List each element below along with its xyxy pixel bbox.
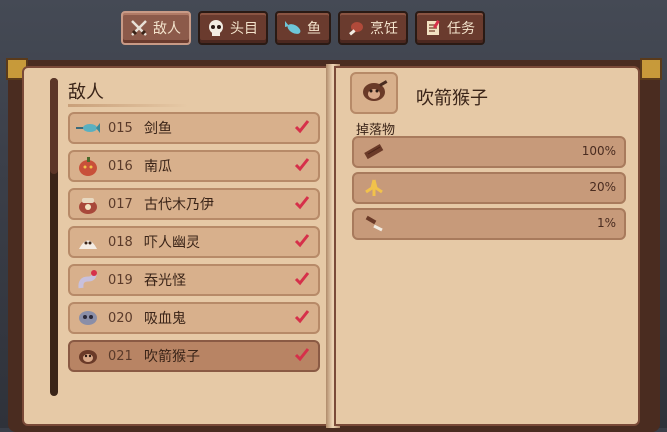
tab-enemies[interactable]: 敌人: [121, 11, 191, 45]
enemy-list: 015 剑鱼 016 南瓜 017 古代木乃伊 018 吓人幽灵 019 吞光怪…: [68, 112, 320, 378]
quest-scroll-icon: [423, 18, 443, 38]
enemy-entry[interactable]: 016 南瓜: [68, 150, 320, 182]
drop-item[interactable]: 100%: [352, 136, 626, 168]
tab-bar: 敌人 头目 鱼 烹饪 任务: [121, 11, 485, 47]
tab-label: 任务: [447, 21, 475, 37]
pumpkin-icon: [74, 153, 102, 179]
enemy-entry[interactable]: 015 剑鱼: [68, 112, 320, 144]
crossed-swords-icon: [129, 18, 149, 38]
fish-icon: [283, 18, 303, 38]
tab-label: 鱼: [307, 21, 321, 37]
page-heading: 敌人: [68, 82, 104, 103]
check-icon: [294, 271, 310, 287]
check-icon: [294, 309, 310, 325]
heading-underline: [68, 104, 188, 107]
drop-chance: 20%: [589, 180, 616, 194]
enemy-entry[interactable]: 018 吓人幽灵: [68, 226, 320, 258]
tab-bosses[interactable]: 头目: [198, 11, 268, 45]
mummy-pot-icon: [74, 191, 102, 217]
blowgun-icon: [360, 212, 388, 236]
tab-label: 敌人: [153, 21, 181, 37]
monkey-icon: [359, 78, 389, 108]
enemy-entry[interactable]: 017 古代木乃伊: [68, 188, 320, 220]
drops-list: 100% 20% 1%: [352, 136, 626, 244]
wood-plank-icon: [360, 140, 388, 164]
entry-number: 017: [108, 196, 133, 212]
ghost-icon: [74, 229, 102, 255]
enemy-portrait: [350, 72, 398, 114]
entry-number: 015: [108, 120, 133, 136]
check-icon: [294, 233, 310, 249]
entry-name: 吸血鬼: [144, 311, 186, 327]
swordfish-icon: [74, 115, 102, 141]
enemy-entry[interactable]: 019 吞光怪: [68, 264, 320, 296]
entry-name: 古代木乃伊: [144, 197, 214, 213]
entry-number: 021: [108, 348, 133, 364]
meat-icon: [346, 18, 366, 38]
vampire-icon: [74, 305, 102, 331]
skull-icon: [206, 18, 226, 38]
enemy-entry[interactable]: 020 吸血鬼: [68, 302, 320, 334]
scrollbar-thumb[interactable]: [50, 78, 58, 174]
entry-name: 吓人幽灵: [144, 235, 200, 251]
tab-cooking[interactable]: 烹饪: [338, 11, 408, 45]
entry-name: 剑鱼: [144, 121, 172, 137]
drop-chance: 100%: [581, 144, 616, 158]
tab-label: 烹饪: [370, 21, 398, 37]
drop-chance: 1%: [596, 216, 616, 230]
drop-item[interactable]: 1%: [352, 208, 626, 240]
check-icon: [294, 195, 310, 211]
scrollbar[interactable]: [50, 78, 58, 396]
entry-name: 吞光怪: [144, 273, 186, 289]
entry-number: 019: [108, 272, 133, 288]
entry-number: 016: [108, 158, 133, 174]
entry-number: 018: [108, 234, 133, 250]
drop-item[interactable]: 20%: [352, 172, 626, 204]
book-corner: [640, 58, 662, 80]
tab-quests[interactable]: 任务: [415, 11, 485, 45]
enemy-entry-selected[interactable]: 021 吹箭猴子: [68, 340, 320, 372]
worm-icon: [74, 267, 102, 293]
entry-name: 南瓜: [144, 159, 172, 175]
monkey-icon: [74, 343, 102, 369]
check-icon: [294, 157, 310, 173]
banana-icon: [360, 176, 388, 200]
check-icon: [294, 119, 310, 135]
tab-fish[interactable]: 鱼: [275, 11, 331, 45]
entry-name: 吹箭猴子: [144, 349, 200, 365]
check-icon: [294, 347, 310, 363]
tab-label: 头目: [230, 21, 258, 37]
entry-number: 020: [108, 310, 133, 326]
enemy-title: 吹箭猴子: [416, 88, 488, 109]
